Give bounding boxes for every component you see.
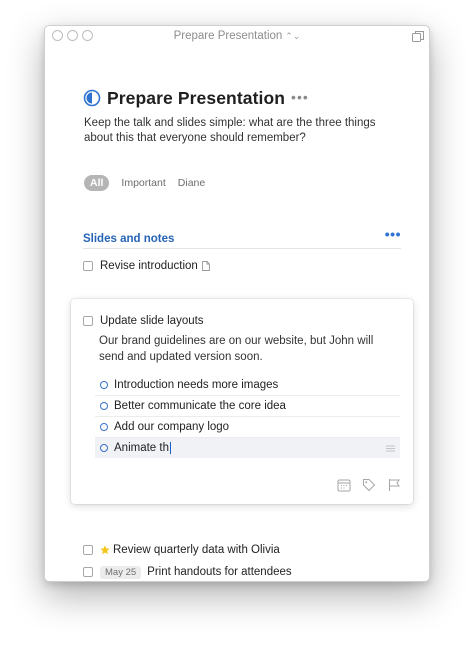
- tag-filter-all[interactable]: All: [84, 175, 110, 191]
- checklist-item-text[interactable]: Introduction needs more images: [114, 379, 278, 391]
- task-detail-card: Update slide layouts Our brand guideline…: [71, 299, 413, 504]
- checklist-circle-icon[interactable]: [100, 380, 108, 389]
- task-title[interactable]: Print handouts for attendees: [147, 566, 292, 578]
- duplicate-window-icon[interactable]: [411, 30, 425, 44]
- title-bar[interactable]: Prepare Presentation ⌃⌄: [45, 26, 429, 48]
- heading-title[interactable]: Slides and notes: [83, 233, 174, 245]
- text-caret: [169, 442, 171, 454]
- drag-handle-icon[interactable]: [386, 445, 395, 452]
- project-header: Prepare Presentation •••: [83, 86, 309, 110]
- task-toolbar: [326, 478, 401, 492]
- deadline-badge[interactable]: May 25: [100, 565, 142, 579]
- task-notes[interactable]: Our brand guidelines are on our website,…: [99, 333, 391, 365]
- task-checkbox[interactable]: [83, 545, 93, 555]
- task-title[interactable]: Revise introduction: [100, 260, 198, 272]
- checklist-circle-icon[interactable]: [100, 402, 108, 410]
- checklist-item-editing[interactable]: Animate th: [95, 437, 400, 458]
- checklist-circle-icon[interactable]: [100, 423, 108, 431]
- checklist-item-text[interactable]: Add our company logo: [114, 421, 229, 433]
- tag-filter-bar: All Important Diane: [84, 175, 217, 191]
- chevron-updown-icon: ⌃⌄: [285, 31, 301, 41]
- task-row[interactable]: Revise introduction: [83, 258, 210, 274]
- project-more-button[interactable]: •••: [291, 89, 309, 105]
- checklist-item[interactable]: Introduction needs more images: [95, 374, 400, 395]
- section-heading: Slides and notes •••: [83, 226, 401, 249]
- task-row[interactable]: May 25 Print handouts for attendees: [83, 564, 292, 580]
- checklist-circle-icon[interactable]: [100, 444, 108, 452]
- task-title[interactable]: Review quarterly data with Olivia: [113, 544, 280, 556]
- star-icon: [100, 545, 110, 555]
- task-checkbox[interactable]: [83, 567, 93, 577]
- checklist-item[interactable]: Better communicate the core idea: [95, 395, 400, 416]
- task-checkbox[interactable]: [83, 261, 93, 271]
- note-icon: [201, 261, 210, 271]
- checklist-item-input[interactable]: Animate th: [114, 442, 169, 454]
- task-title[interactable]: Update slide layouts: [100, 315, 204, 327]
- heading-more-button[interactable]: •••: [385, 226, 401, 242]
- checklist-item-text[interactable]: Better communicate the core idea: [114, 400, 286, 412]
- tag-filter-important[interactable]: Important: [121, 177, 165, 189]
- tag-icon[interactable]: [362, 478, 376, 492]
- progress-pie-icon[interactable]: [83, 89, 101, 107]
- window-title-text: Prepare Presentation: [173, 30, 283, 42]
- checklist-item[interactable]: Add our company logo: [95, 416, 400, 437]
- tag-filter-diane[interactable]: Diane: [178, 177, 205, 189]
- task-row[interactable]: Review quarterly data with Olivia: [83, 542, 280, 558]
- project-title[interactable]: Prepare Presentation: [107, 88, 285, 109]
- task-checkbox[interactable]: [83, 316, 93, 326]
- project-notes[interactable]: Keep the talk and slides simple: what ar…: [84, 116, 384, 146]
- app-window: Prepare Presentation ⌃⌄ Prepare Presentat…: [44, 25, 430, 582]
- window-title[interactable]: Prepare Presentation ⌃⌄: [45, 30, 429, 42]
- calendar-icon[interactable]: [337, 478, 351, 492]
- task-row-expanded[interactable]: Update slide layouts: [83, 313, 204, 329]
- checklist: Introduction needs more images Better co…: [95, 374, 400, 458]
- flag-icon[interactable]: [387, 478, 401, 492]
